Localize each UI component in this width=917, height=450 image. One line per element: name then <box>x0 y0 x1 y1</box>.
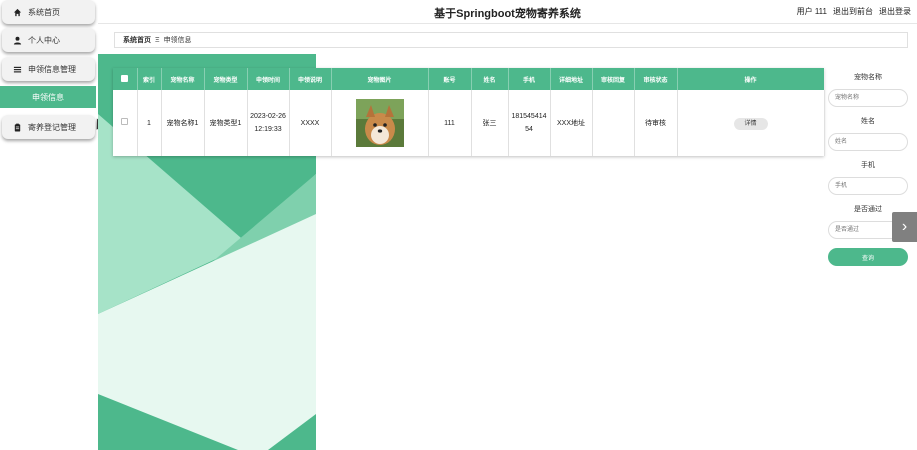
column-header: 申领说明 <box>289 68 332 90</box>
detail-button[interactable]: 详情 <box>733 117 768 130</box>
cell-actions: 详情 <box>677 90 825 156</box>
column-header: 审核回复 <box>592 68 635 90</box>
column-header: 宠物名称 <box>161 68 205 90</box>
cell-review-reply <box>592 90 635 156</box>
cell-review-status: 待审核 <box>634 90 678 156</box>
clipboard-icon <box>12 122 22 132</box>
sidebar-item-label: 系统首页 <box>28 7 60 17</box>
pet-photo[interactable] <box>355 99 404 147</box>
breadcrumb-separator: Ξ <box>155 36 160 44</box>
breadcrumb: 系统首页 Ξ 申领信息 <box>114 32 908 48</box>
cell-name: 张三 <box>471 90 509 156</box>
pet-name-label: 宠物名称 <box>854 74 882 81</box>
user-icon <box>12 35 22 45</box>
sidebar-item-label: 申领信息管理 <box>28 64 76 74</box>
sidebar: 系统首页 个人中心 申领信息管理 申领信息 寄养登记管理 <box>0 0 106 450</box>
cell-pet-name: 宠物名称1 <box>161 90 205 156</box>
logout-link[interactable]: 退出登录 <box>879 6 911 17</box>
apply-info-table: 索引 宠物名称 宠物类型 申领时间 申领说明 宠物图片 账号 姓名 手机 详细地… <box>113 68 825 156</box>
breadcrumb-home[interactable]: 系统首页 <box>123 35 151 45</box>
home-icon <box>12 7 22 17</box>
breadcrumb-current: 申领信息 <box>163 37 192 44</box>
row-select-cell[interactable] <box>113 90 138 156</box>
column-header: 姓名 <box>471 68 509 90</box>
header-user-area: 用户 111 退出到前台 退出登录 <box>797 6 911 17</box>
table-row: 1 宠物名称1 宠物类型1 2023-02-26 12:19:33 XXXX 1… <box>113 90 825 156</box>
select-all-header[interactable] <box>113 68 138 90</box>
column-header: 详细地址 <box>550 68 593 90</box>
sidebar-item-boarding-management[interactable]: 寄养登记管理 <box>2 115 95 139</box>
column-header: 宠物图片 <box>331 68 429 90</box>
phone-input[interactable] <box>828 177 908 195</box>
column-header: 宠物类型 <box>204 68 248 90</box>
back-to-front-link[interactable]: 退出到前台 <box>833 6 873 17</box>
name-label: 姓名 <box>861 118 875 125</box>
cell-pet-type: 宠物类型1 <box>204 90 248 156</box>
name-input[interactable] <box>828 133 908 151</box>
cell-index: 1 <box>137 90 162 156</box>
cell-phone: 18154541454 <box>508 90 551 156</box>
table-header-row: 索引 宠物名称 宠物类型 申领时间 申领说明 宠物图片 账号 姓名 手机 详细地… <box>113 68 825 90</box>
sidebar-item-personal-center[interactable]: 个人中心 <box>2 28 95 52</box>
sidebar-item-home[interactable]: 系统首页 <box>2 0 95 24</box>
search-button[interactable]: 查询 <box>828 248 908 266</box>
column-header: 手机 <box>508 68 551 90</box>
column-header: 索引 <box>137 68 162 90</box>
column-header: 申领时间 <box>247 68 290 90</box>
cell-pet-image <box>331 90 429 156</box>
row-checkbox[interactable] <box>121 117 129 125</box>
cell-apply-note: XXXX <box>289 90 332 156</box>
sidebar-item-label: 寄养登记管理 <box>28 122 76 132</box>
sidebar-item-label: 申领信息 <box>32 92 64 102</box>
cell-account: 111 <box>428 90 472 156</box>
cell-address: XXX地址 <box>550 90 593 156</box>
top-header: 基于Springboot宠物寄养系统 用户 111 退出到前台 退出登录 <box>98 0 917 24</box>
sidebar-item-apply-info[interactable]: 申领信息 <box>0 86 96 108</box>
chevron-right-icon: › <box>901 218 908 235</box>
sidebar-item-apply-management[interactable]: 申领信息管理 <box>2 57 95 81</box>
column-header: 账号 <box>428 68 472 90</box>
pet-name-input[interactable] <box>828 89 908 107</box>
menu-icon <box>12 64 22 74</box>
column-header: 操作 <box>677 68 825 90</box>
app-title: 基于Springboot宠物寄养系统 <box>434 8 581 20</box>
phone-label: 手机 <box>861 162 875 169</box>
current-user: 用户 111 <box>796 7 827 16</box>
column-header: 审核状态 <box>634 68 678 90</box>
select-all-checkbox[interactable] <box>121 74 129 82</box>
cell-apply-time: 2023-02-26 12:19:33 <box>247 90 290 156</box>
sidebar-item-label: 个人中心 <box>28 35 60 45</box>
side-expand-button[interactable]: › <box>892 212 917 242</box>
